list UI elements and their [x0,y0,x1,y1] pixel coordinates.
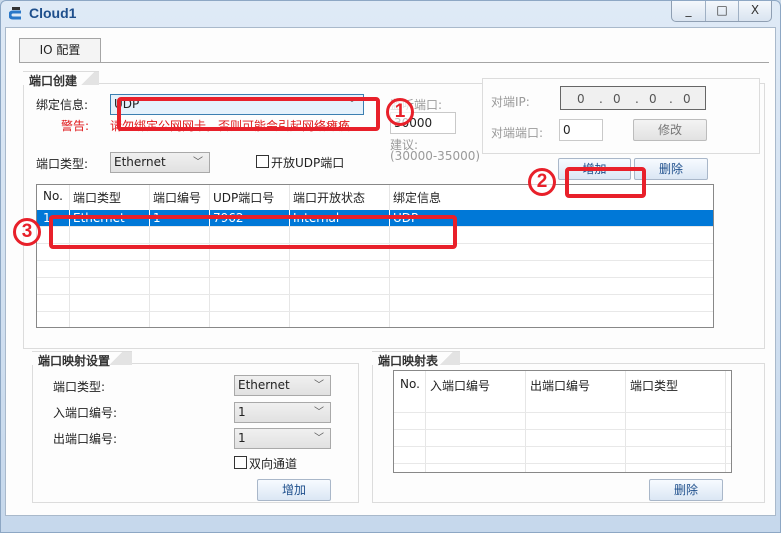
col-open-status[interactable]: 端口开放状态 [293,189,365,206]
window-controls: _ □ X [671,1,772,22]
empty-row [37,278,713,295]
open-udp-label: 开放UDP端口 [271,156,345,170]
warning-label: 警告: [61,119,90,133]
peer-ip-octet-2: 0 [613,92,621,106]
title-bar[interactable]: Cloud1 _ □ X [1,1,780,27]
mapping-table: No. 入端口编号 出端口编号 端口类型 [393,370,732,473]
port-table: No. 端口类型 端口编号 UDP端口号 端口开放状态 绑定信息 1 Ether… [36,184,714,328]
ip-dot: . [669,92,673,106]
annotation-badge-3: 3 [13,218,41,246]
peer-settings-box: 对端IP: 0 . 0 . 0 . 0 对端端口: 0 修改 [482,78,760,154]
empty-row [37,261,713,278]
bidirectional-label: 双向通道 [249,457,298,471]
port-type-label: 端口类型: [36,157,89,171]
annotation-badge-1: 1 [386,98,414,126]
annotation-box-2 [565,167,646,198]
peer-ip-octet-1: 0 [577,92,585,106]
map-add-button[interactable]: 增加 [257,479,331,501]
col-port-type[interactable]: 端口类型 [630,377,678,394]
port-type-select[interactable]: Ethernet ﹀ [110,152,210,173]
empty-row [394,447,731,464]
in-port-label: 入端口编号: [53,406,118,420]
col-no[interactable]: No. [400,377,420,391]
out-port-value: 1 [238,431,246,445]
map-port-type-value: Ethernet [238,378,290,392]
annotation-box-3 [49,215,457,249]
empty-row [394,430,731,447]
chevron-down-icon: ﹀ [314,433,324,444]
port-create-label: 端口创建 [23,71,100,88]
suggest-range: (30000-35000) [390,149,481,163]
tab-io-config[interactable]: IO 配置 [19,38,101,62]
out-port-label: 出端口编号: [53,432,118,446]
in-port-value: 1 [238,405,246,419]
peer-ip-label: 对端IP: [491,95,530,109]
cloud-app-icon [9,7,21,20]
map-port-type-label: 端口类型: [53,380,106,394]
port-mapping-table-label: 端口映射表 [372,351,461,368]
chevron-down-icon: ﹀ [314,407,324,418]
empty-row [394,413,731,430]
col-in-port[interactable]: 入端口编号 [430,377,490,394]
col-port-number[interactable]: 端口编号 [153,189,201,206]
annotation-badge-2: 2 [528,168,556,196]
col-port-type[interactable]: 端口类型 [73,189,121,206]
chevron-down-icon: ﹀ [193,157,203,168]
out-port-select[interactable]: 1 ﹀ [234,428,331,449]
empty-row [394,396,731,413]
chevron-down-icon: ﹀ [314,380,324,391]
col-udp-port[interactable]: UDP端口号 [213,189,274,206]
ip-dot: . [599,92,603,106]
col-bind-info[interactable]: 绑定信息 [393,189,441,206]
map-port-type-select[interactable]: Ethernet ﹀ [234,375,331,396]
peer-ip-input[interactable]: 0 . 0 . 0 . 0 [560,86,706,110]
port-mapping-settings-group: 端口映射设置 端口类型: Ethernet ﹀ 入端口编号: 1 ﹀ 出端口编号… [32,351,359,503]
ip-dot: . [635,92,639,106]
peer-ip-octet-4: 0 [683,92,691,106]
peer-port-label: 对端端口: [491,126,544,140]
empty-row [37,295,713,312]
cloud1-window: Cloud1 _ □ X IO 配置 端口创建 绑定信息: UDP ﹀ 警告: … [0,0,781,533]
close-button[interactable]: X [738,1,771,21]
port-mapping-settings-label: 端口映射设置 [32,351,133,368]
window-title: Cloud1 [29,5,77,21]
bind-label: 绑定信息: [36,98,89,112]
peer-port-input[interactable]: 0 [559,119,603,141]
minimize-button[interactable]: _ [672,1,705,21]
mapping-table-header: No. 入端口编号 出端口编号 端口类型 [394,371,731,394]
map-delete-button[interactable]: 删除 [649,479,723,501]
annotation-box-1 [117,97,380,131]
in-port-select[interactable]: 1 ﹀ [234,402,331,423]
bidirectional-checkbox[interactable] [234,456,247,469]
peer-ip-octet-3: 0 [649,92,657,106]
maximize-button[interactable]: □ [705,1,738,21]
col-no[interactable]: No. [43,189,63,203]
open-udp-checkbox[interactable] [256,155,269,168]
port-mapping-table-group: 端口映射表 No. 入端口编号 出端口编号 端口类型 删除 [372,351,765,503]
col-out-port[interactable]: 出端口编号 [530,377,590,394]
modify-button[interactable]: 修改 [633,119,707,141]
port-type-value: Ethernet [114,155,166,169]
